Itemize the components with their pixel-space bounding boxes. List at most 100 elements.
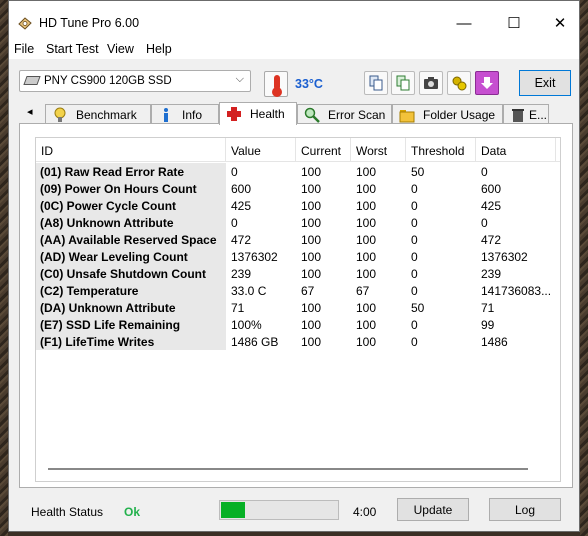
- screenshot-button[interactable]: [419, 71, 443, 95]
- menu-start-test[interactable]: Start Test: [46, 42, 99, 56]
- cell-data: 1376302: [481, 250, 528, 264]
- menu-help[interactable]: Help: [146, 42, 172, 56]
- table-row[interactable]: (AA) Available Reserved Space 472 100 100 0 4…: [36, 231, 560, 248]
- copy-button[interactable]: [364, 71, 388, 95]
- cell-threshold: 0: [411, 318, 418, 332]
- download-icon: [481, 77, 493, 89]
- column-header-current[interactable]: Current: [296, 138, 351, 162]
- cell-id: (E7) SSD Life Remaining: [36, 316, 226, 333]
- cell-current: 100: [301, 335, 322, 349]
- cell-worst: 100: [356, 165, 377, 179]
- cell-status: 0: [556, 231, 560, 248]
- health-icon: [227, 107, 241, 121]
- cell-status: 0: [556, 248, 560, 265]
- cell-value: 33.0 C: [231, 284, 267, 298]
- cell-current: 100: [301, 250, 322, 264]
- update-button[interactable]: Update: [397, 498, 469, 521]
- cell-value: 239: [231, 267, 252, 281]
- app-window: HD Tune Pro 6.00 — ☐ ✕ File Start Test V…: [8, 0, 580, 532]
- tab-label: Info: [182, 107, 203, 122]
- column-header-data[interactable]: Data: [476, 138, 556, 162]
- column-header-value[interactable]: Value: [226, 138, 296, 162]
- options-button[interactable]: [447, 71, 471, 95]
- tab-scroll-left-icon[interactable]: ◂: [27, 105, 33, 118]
- cell-data: 600: [481, 182, 502, 196]
- cell-worst: 67: [356, 284, 370, 298]
- info-icon: [164, 107, 168, 122]
- cell-threshold: 50: [411, 301, 425, 315]
- cell-threshold: 0: [411, 284, 418, 298]
- table-row[interactable]: (C0) Unsafe Shutdown Count 239 100 100 0 239 0: [36, 265, 560, 282]
- save-button[interactable]: [475, 71, 499, 95]
- status-bar: Health Status Ok 4:00 Update Log: [9, 491, 579, 531]
- tab-erase[interactable]: E...: [503, 104, 549, 124]
- cell-value: 100%: [231, 318, 262, 332]
- cell-threshold: 0: [411, 182, 418, 196]
- cell-worst: 100: [356, 301, 377, 315]
- cell-status: 0: [556, 316, 560, 333]
- menu-view[interactable]: View: [107, 42, 134, 56]
- cell-worst: 100: [356, 233, 377, 247]
- cell-current: 100: [301, 165, 322, 179]
- cell-data: 472: [481, 233, 502, 247]
- column-header-status[interactable]: S: [556, 138, 560, 162]
- column-header-threshold[interactable]: Threshold: [406, 138, 476, 162]
- log-button[interactable]: Log: [489, 498, 561, 521]
- cell-id: (09) Power On Hours Count: [36, 180, 226, 197]
- cell-id: (A8) Unknown Attribute: [36, 214, 226, 231]
- cell-data: 71: [481, 301, 495, 315]
- cell-id: (DA) Unknown Attribute: [36, 299, 226, 316]
- menu-bar: File Start Test View Help: [9, 39, 579, 59]
- tab-error-scan[interactable]: Error Scan: [297, 104, 392, 124]
- table-row[interactable]: (DA) Unknown Attribute 71 100 100 50 71 0: [36, 299, 560, 316]
- cell-current: 100: [301, 199, 322, 213]
- tab-benchmark[interactable]: Benchmark: [45, 104, 151, 124]
- tab-health[interactable]: Health: [219, 102, 297, 125]
- health-status-label: Health Status: [31, 505, 104, 519]
- column-header-id[interactable]: ID: [36, 138, 226, 162]
- table-row[interactable]: (09) Power On Hours Count 600 100 100 0 600 0: [36, 180, 560, 197]
- cell-id: (C0) Unsafe Shutdown Count: [36, 265, 226, 282]
- cell-data: 425: [481, 199, 502, 213]
- column-header-worst[interactable]: Worst: [351, 138, 406, 162]
- table-row[interactable]: (01) Raw Read Error Rate 0 100 100 50 0 0: [36, 163, 560, 180]
- table-row[interactable]: (F1) LifeTime Writes 1486 GB 100 100 0 1486 0: [36, 333, 560, 350]
- menu-file[interactable]: File: [14, 42, 34, 56]
- toolbar: PNY CS900 120GB SSD ⌵ 33°C Exit: [9, 61, 579, 101]
- tab-folder-usage[interactable]: Folder Usage: [392, 104, 503, 124]
- camera-icon: [424, 77, 438, 89]
- cell-worst: 100: [356, 199, 377, 213]
- tab-info[interactable]: Info: [151, 104, 219, 124]
- horizontal-scrollbar[interactable]: [48, 468, 528, 470]
- cell-threshold: 0: [411, 216, 418, 230]
- cell-data: 0: [481, 216, 488, 230]
- table-row[interactable]: (0C) Power Cycle Count 425 100 100 0 425 0: [36, 197, 560, 214]
- cell-value: 1486 GB: [231, 335, 279, 349]
- cell-id: (AA) Available Reserved Space: [36, 231, 226, 248]
- table-row[interactable]: (A8) Unknown Attribute 0 100 100 0 0 0: [36, 214, 560, 231]
- cell-threshold: 0: [411, 199, 418, 213]
- cell-value: 0: [231, 165, 238, 179]
- exit-button[interactable]: Exit: [519, 70, 571, 96]
- progress-bar: [219, 500, 339, 520]
- cell-data: 99: [481, 318, 495, 332]
- timer-readout: 4:00: [353, 505, 377, 519]
- table-row[interactable]: (E7) SSD Life Remaining 100% 100 100 0 99 0: [36, 316, 560, 333]
- cell-current: 100: [301, 216, 322, 230]
- drive-select[interactable]: PNY CS900 120GB SSD ⌵: [19, 70, 251, 92]
- tab-bar: ◂ Benchmark Info Health Error Scan Folde…: [9, 102, 579, 125]
- table-row[interactable]: (AD) Wear Leveling Count 1376302 100 100 0 13…: [36, 248, 560, 265]
- copy-all-button[interactable]: [391, 71, 415, 95]
- cell-current: 100: [301, 301, 322, 315]
- options-icon: [452, 76, 467, 91]
- cell-value: 600: [231, 182, 252, 196]
- smart-attribute-list[interactable]: ID Value Current Worst Threshold Data S …: [35, 137, 561, 482]
- table-row[interactable]: (C2) Temperature 33.0 C 67 67 0 141736083... 0: [36, 282, 560, 299]
- cell-data: 0: [481, 165, 488, 179]
- cell-current: 67: [301, 284, 315, 298]
- cell-worst: 100: [356, 267, 377, 281]
- cell-current: 100: [301, 182, 322, 196]
- cell-status: 0: [556, 265, 560, 282]
- cell-worst: 100: [356, 335, 377, 349]
- cell-data: 141736083...: [481, 284, 552, 298]
